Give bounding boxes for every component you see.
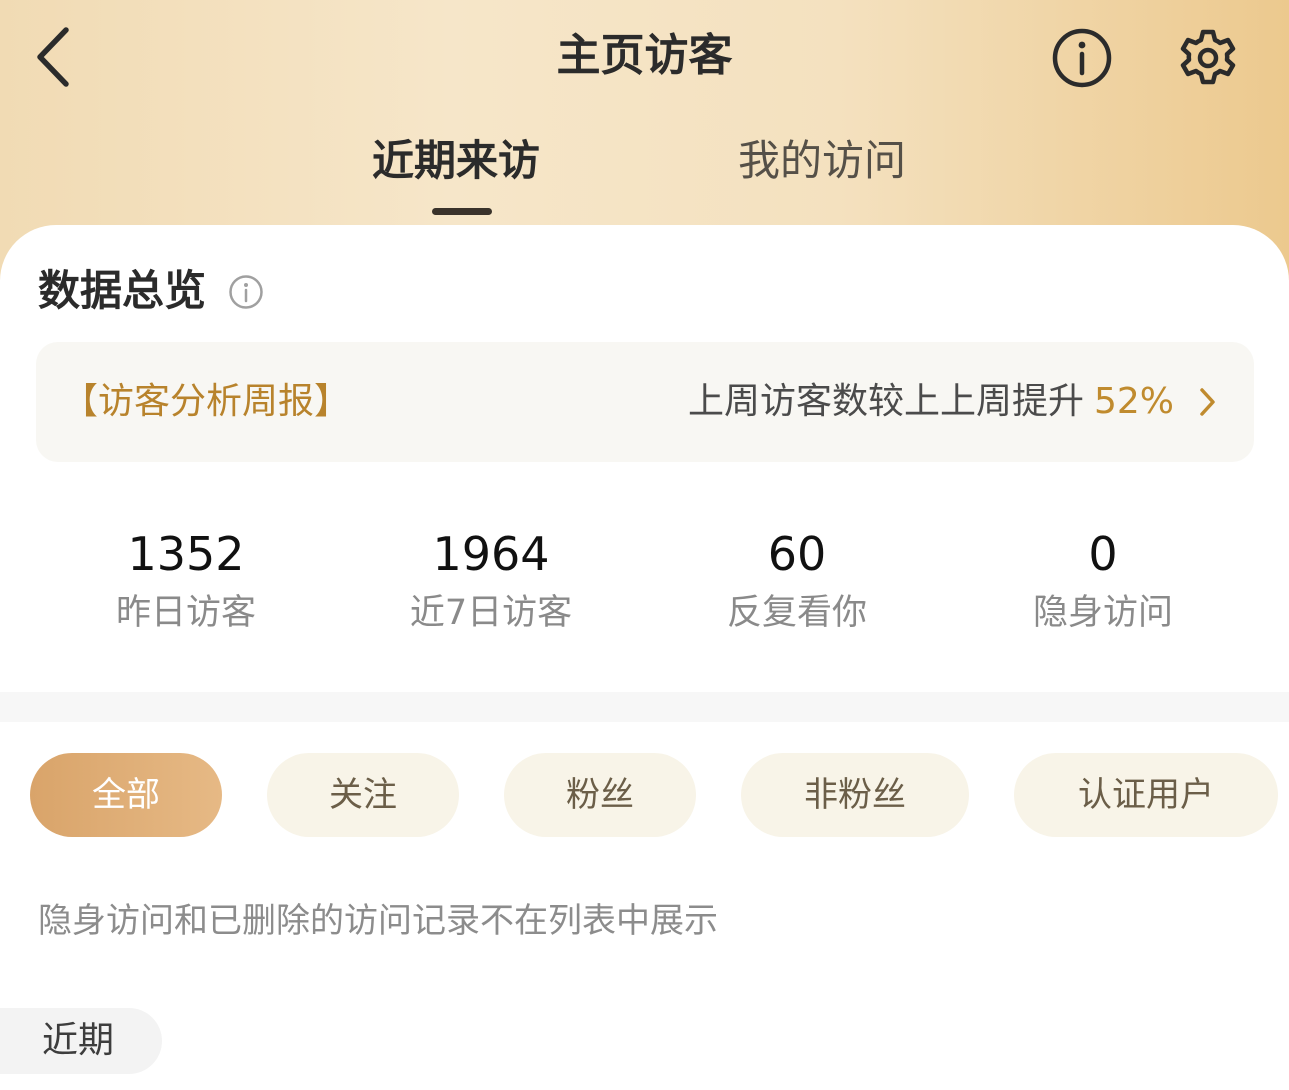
privacy-notice: 隐身访问和已删除的访问记录不在列表中展示 (38, 901, 718, 941)
back-button[interactable] (30, 24, 80, 90)
stat-7day-visitors[interactable]: 1964 近7日访客 (341, 525, 641, 641)
filter-chip-verified[interactable]: 认证用户 (1014, 753, 1278, 837)
stat-label: 反复看你 (726, 593, 867, 633)
settings-button[interactable] (1176, 26, 1240, 90)
stat-hidden-visits[interactable]: 0 隐身访问 (953, 525, 1253, 641)
overview-info-button[interactable] (228, 274, 264, 310)
section-divider (0, 692, 1289, 722)
stat-repeat-visitors[interactable]: 60 反复看你 (647, 525, 947, 641)
stat-value: 1352 (127, 527, 245, 581)
filter-chip-fans[interactable]: 粉丝 (504, 753, 696, 837)
stat-value: 0 (1088, 527, 1118, 581)
stat-value: 60 (767, 527, 827, 581)
weekly-report-summary: 上周访客数较上上周提升 (687, 381, 1084, 422)
weekly-report-percent: 52% (1093, 381, 1174, 422)
filter-chip-following[interactable]: 关注 (267, 753, 459, 837)
weekly-report-banner[interactable]: 【访客分析周报】 上周访客数较上上周提升 52% (36, 342, 1254, 462)
stat-yesterday-visitors[interactable]: 1352 昨日访客 (36, 525, 336, 641)
active-tab-indicator (432, 208, 492, 215)
stat-label: 隐身访问 (1032, 593, 1173, 633)
list-section-label-text: 近期 (42, 1020, 115, 1061)
weekly-report-tag: 【访客分析周报】 (62, 381, 351, 422)
list-section-label: 近期 (0, 1008, 162, 1074)
stat-label: 昨日访客 (115, 593, 256, 633)
filter-chip-non-fans[interactable]: 非粉丝 (741, 753, 969, 837)
tab-my-visits[interactable]: 我的访问 (738, 130, 906, 192)
stat-label: 近7日访客 (409, 593, 573, 633)
filter-chip-all[interactable]: 全部 (30, 753, 222, 837)
info-circle-icon (1052, 28, 1112, 88)
top-navigation-bar: 主页访客 (0, 0, 1289, 110)
overview-title: 数据总览 (38, 266, 207, 315)
chevron-left-icon (37, 27, 69, 87)
info-circle-icon (229, 275, 263, 309)
chevron-right-icon (1200, 388, 1215, 416)
info-button[interactable] (1050, 26, 1114, 90)
tab-recent-visits[interactable]: 近期来访 (372, 130, 540, 192)
weekly-report-text: 上周访客数较上上周提升 52% (688, 342, 1174, 462)
stat-value: 1964 (432, 527, 550, 581)
gear-icon (1180, 29, 1236, 85)
